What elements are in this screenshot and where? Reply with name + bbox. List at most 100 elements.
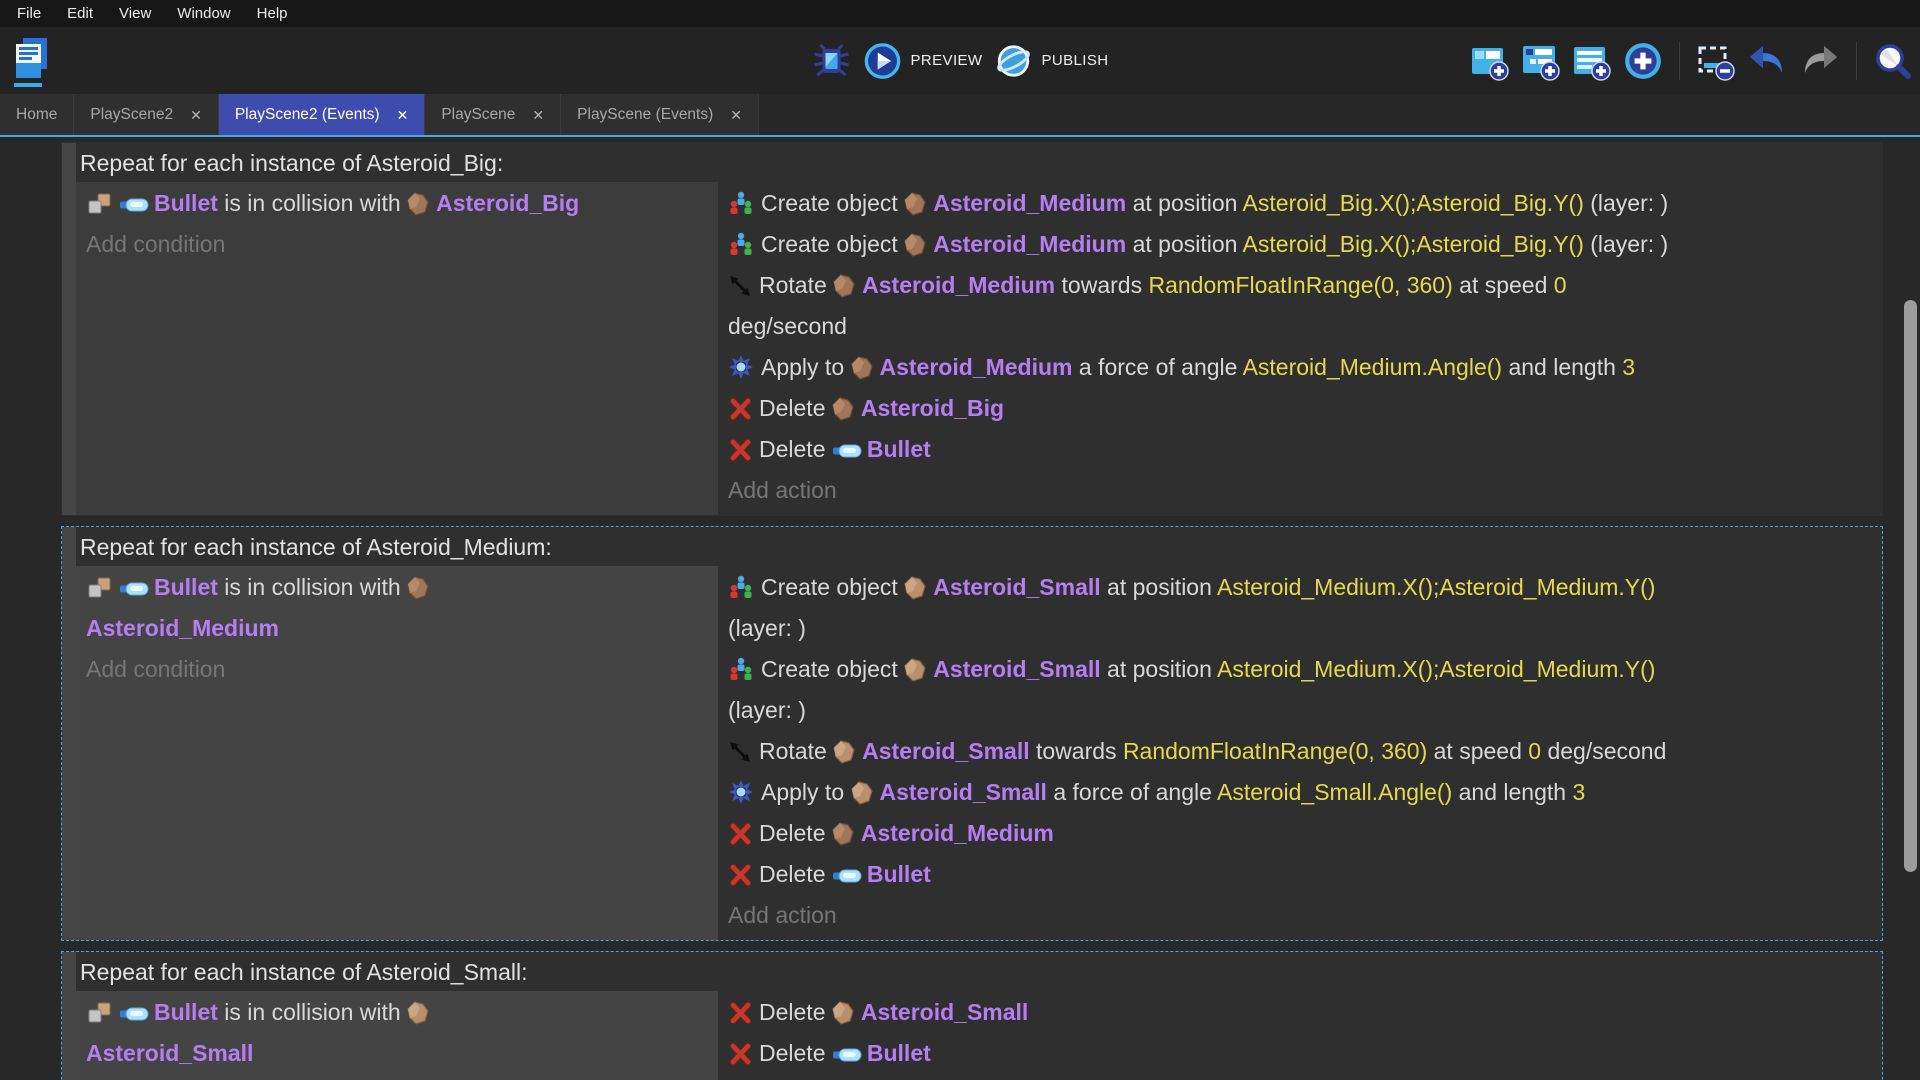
sentence-text: Apply to <box>761 354 851 380</box>
tab-playscene2[interactable]: PlayScene2✕ <box>74 94 218 135</box>
events-sheet[interactable]: Repeat for each instance of Asteroid_Big… <box>0 137 1920 1080</box>
actions-cell[interactable]: Create object Asteroid_Medium at positio… <box>718 182 1882 515</box>
action-row[interactable]: Create object Asteroid_Medium at positio… <box>728 183 1876 224</box>
sentence-text: at speed <box>1453 272 1554 298</box>
action-row[interactable]: Delete Bullet <box>728 429 1876 470</box>
menu-help[interactable]: Help <box>244 0 301 27</box>
action-row[interactable]: Delete Bullet <box>728 1033 1876 1074</box>
sentence-text: is in collision with <box>218 574 407 600</box>
expression: 3 <box>1572 779 1585 805</box>
object-name: Asteroid_Small <box>861 999 1028 1025</box>
action-row[interactable]: Delete Asteroid_Small <box>728 992 1876 1033</box>
condition-row[interactable]: Asteroid_Small <box>86 1033 712 1074</box>
event-header[interactable]: Repeat for each instance of Asteroid_Big… <box>76 143 1882 182</box>
debug-button[interactable] <box>812 41 852 81</box>
action-row[interactable]: Delete Bullet <box>728 854 1876 895</box>
action-row[interactable]: Rotate Asteroid_Medium towards RandomFlo… <box>728 265 1876 306</box>
conditions-cell[interactable]: Bullet is in collision with Asteroid_Med… <box>76 566 718 940</box>
collision-icon <box>86 1001 112 1025</box>
add-action-link[interactable]: Add action <box>728 895 1876 936</box>
force-icon <box>728 779 754 805</box>
add-event-icon <box>1469 41 1509 81</box>
action-row[interactable]: Rotate Asteroid_Small towards RandomFloa… <box>728 731 1876 772</box>
publish-button[interactable]: PUBLISH <box>994 42 1108 80</box>
menu-edit[interactable]: Edit <box>54 0 106 27</box>
action-row[interactable]: Create object Asteroid_Medium at positio… <box>728 224 1876 265</box>
action-row[interactable]: (layer: ) <box>728 690 1876 731</box>
preview-button[interactable]: PREVIEW <box>864 42 983 80</box>
sentence-text: deg/second <box>728 313 847 339</box>
preview-label: PREVIEW <box>911 52 983 69</box>
condition-row[interactable]: Bullet is in collision with <box>86 567 712 608</box>
action-row[interactable]: Create object Asteroid_Small at position… <box>728 567 1876 608</box>
delete-icon <box>728 438 752 462</box>
remove-selection-icon <box>1695 41 1735 81</box>
event-block-1[interactable]: Repeat for each instance of Asteroid_Big… <box>61 142 1883 516</box>
actions-cell[interactable]: Create object Asteroid_Small at position… <box>718 566 1882 940</box>
sentence-text: towards <box>1055 272 1148 298</box>
event-block-3[interactable]: Repeat for each instance of Asteroid_Sma… <box>61 951 1883 1080</box>
object-name: Asteroid_Medium <box>86 615 279 641</box>
action-row[interactable]: (layer: ) <box>728 608 1876 649</box>
sentence-text: Delete <box>759 436 832 462</box>
expression: Asteroid_Medium.X();Asteroid_Medium.Y() <box>1217 574 1655 600</box>
event-drag-handle[interactable] <box>62 527 76 940</box>
conditions-cell[interactable]: Bullet is in collision with Asteroid_Big… <box>76 182 718 515</box>
collision-icon <box>86 576 112 600</box>
add-condition-link[interactable]: Add condition <box>86 1074 712 1080</box>
tab-playscene2-events-[interactable]: PlayScene2 (Events)✕ <box>219 94 425 135</box>
event-block-2[interactable]: Repeat for each instance of Asteroid_Med… <box>61 526 1883 941</box>
tab-home[interactable]: Home <box>0 94 74 135</box>
remove-selection-button[interactable] <box>1695 41 1735 81</box>
vertical-scrollbar-thumb[interactable] <box>1904 300 1917 872</box>
add-event-button[interactable] <box>1469 41 1509 81</box>
asteroid-icon <box>832 397 854 421</box>
search-button[interactable] <box>1872 40 1914 82</box>
expression: Asteroid_Medium.X();Asteroid_Medium.Y() <box>1217 656 1655 682</box>
menu-file[interactable]: File <box>4 0 54 27</box>
object-name: Bullet <box>154 574 218 600</box>
tab-close-icon[interactable]: ✕ <box>532 108 544 122</box>
object-name: Asteroid_Small <box>933 574 1100 600</box>
sentence-text: is in collision with <box>218 999 407 1025</box>
event-header[interactable]: Repeat for each instance of Asteroid_Sma… <box>76 952 1882 991</box>
event-drag-handle[interactable] <box>62 143 76 515</box>
menu-window[interactable]: Window <box>164 0 243 27</box>
condition-row[interactable]: Bullet is in collision with Asteroid_Big <box>86 183 712 224</box>
tab-close-icon[interactable]: ✕ <box>190 108 202 122</box>
tab-playscene[interactable]: PlayScene✕ <box>425 94 561 135</box>
add-condition-link[interactable]: Add condition <box>86 649 712 690</box>
tab-playscene-events-[interactable]: PlayScene (Events)✕ <box>561 94 759 135</box>
tab-close-icon[interactable]: ✕ <box>397 108 409 122</box>
menu-view[interactable]: View <box>106 0 164 27</box>
action-row[interactable]: Delete Asteroid_Big <box>728 388 1876 429</box>
add-action-link[interactable]: Add action <box>728 1074 1876 1080</box>
bullet-icon <box>119 198 149 212</box>
tab-close-icon[interactable]: ✕ <box>730 108 742 122</box>
event-drag-handle[interactable] <box>62 952 76 1080</box>
add-condition-link[interactable]: Add condition <box>86 224 712 265</box>
event-header[interactable]: Repeat for each instance of Asteroid_Med… <box>76 527 1882 566</box>
sentence-text: at position <box>1101 656 1217 682</box>
add-more-icon <box>1622 40 1664 82</box>
action-row[interactable]: Delete Asteroid_Medium <box>728 813 1876 854</box>
active-tool-indicator <box>14 83 42 87</box>
action-row[interactable]: Apply to Asteroid_Small a force of angle… <box>728 772 1876 813</box>
add-comment-button[interactable] <box>1571 41 1611 81</box>
add-subevent-button[interactable] <box>1520 41 1560 81</box>
add-action-link[interactable]: Add action <box>728 470 1876 511</box>
action-row[interactable]: Apply to Asteroid_Medium a force of angl… <box>728 347 1876 388</box>
add-more-button[interactable] <box>1622 40 1664 82</box>
action-row[interactable]: Create object Asteroid_Small at position… <box>728 649 1876 690</box>
expression: 0 <box>1554 272 1567 298</box>
action-row[interactable]: deg/second <box>728 306 1876 347</box>
redo-button[interactable] <box>1799 41 1841 81</box>
project-manager-button[interactable] <box>12 35 50 81</box>
condition-row[interactable]: Asteroid_Medium <box>86 608 712 649</box>
sentence-text: Create object <box>761 190 904 216</box>
conditions-cell[interactable]: Bullet is in collision with Asteroid_Sma… <box>76 991 718 1080</box>
actions-cell[interactable]: Delete Asteroid_SmallDelete BulletAdd ac… <box>718 991 1882 1080</box>
condition-row[interactable]: Bullet is in collision with <box>86 992 712 1033</box>
sentence-text: Delete <box>759 999 832 1025</box>
undo-button[interactable] <box>1746 41 1788 81</box>
